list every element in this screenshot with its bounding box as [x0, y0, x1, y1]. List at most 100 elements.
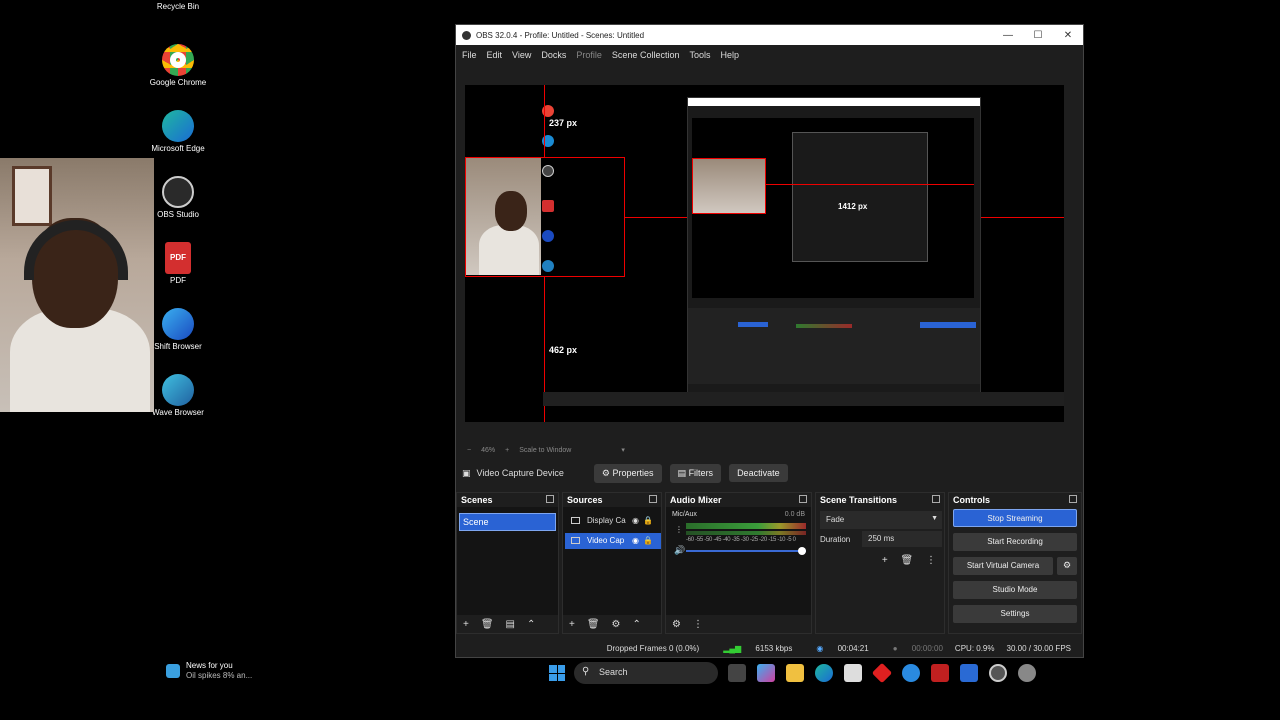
filters-button[interactable]: ▤ Filters — [669, 463, 722, 483]
anydesk-icon[interactable] — [871, 662, 893, 684]
stream-time-value: 00:04:21 — [837, 643, 869, 653]
add-source-icon[interactable]: + — [569, 619, 575, 630]
desktop-icon-obs[interactable]: OBS Studio — [148, 176, 208, 220]
news-title: News for you — [186, 661, 233, 670]
signal-icon: ▂▄▆ — [723, 643, 742, 653]
file-explorer-icon[interactable] — [786, 664, 804, 682]
close-icon[interactable]: ✕ — [1053, 30, 1083, 41]
speaker-icon[interactable]: 🔊 — [674, 545, 685, 556]
virtual-camera-settings-icon[interactable]: ⚙ — [1057, 557, 1077, 575]
remove-transition-icon[interactable]: 🗑 — [901, 555, 914, 566]
more-options-icon[interactable]: ⋮ — [693, 619, 703, 630]
scene-filter-icon[interactable]: ▤ — [506, 619, 515, 630]
settings-icon[interactable] — [1018, 664, 1036, 682]
undock-icon[interactable] — [649, 495, 657, 503]
desktop-icon-wave-browser[interactable]: Wave Browser — [148, 374, 208, 418]
cpu-usage: CPU: 0.9% — [954, 643, 995, 653]
transition-select[interactable]: Fade ▼ — [820, 511, 942, 529]
edge-icon[interactable] — [815, 664, 833, 682]
chevron-down-icon[interactable]: ▾ — [621, 446, 625, 454]
taskbar-search[interactable]: ⚲ Search — [574, 662, 718, 684]
nested-obs-window — [792, 132, 928, 262]
source-item-display-capture[interactable]: Display Ca ◉ 🔒 — [565, 513, 661, 529]
obs-window[interactable]: OBS 32.0.4 - Profile: Untitled - Scenes:… — [455, 24, 1084, 658]
zoom-out-icon[interactable]: − — [467, 447, 471, 454]
remove-source-icon[interactable]: 🗑 — [587, 619, 600, 630]
undock-icon[interactable] — [799, 495, 807, 503]
duration-input[interactable]: 250 ms — [862, 531, 942, 547]
desktop-icon-recycle-bin[interactable]: Recycle Bin — [148, 2, 208, 12]
desktop: Recycle Bin Google Chrome Microsoft Edge… — [0, 0, 1280, 720]
scene-item[interactable]: Scene — [459, 513, 556, 531]
maximize-icon[interactable]: ☐ — [1023, 30, 1053, 41]
obs-taskbar-icon[interactable] — [989, 664, 1007, 682]
eye-icon[interactable]: ◉ — [632, 536, 639, 545]
menu-file[interactable]: File — [462, 50, 477, 60]
menu-view[interactable]: View — [512, 50, 531, 60]
windows-start-icon[interactable] — [549, 665, 565, 681]
lock-icon[interactable]: 🔒 — [643, 516, 653, 525]
undock-icon[interactable] — [1069, 495, 1077, 503]
stop-streaming-button[interactable]: Stop Streaming — [953, 509, 1077, 527]
preview-canvas[interactable]: 237 px 462 px 1412 px — [465, 85, 1064, 422]
eye-icon[interactable]: ◉ — [632, 516, 639, 525]
mixer-dock-header: Audio Mixer — [666, 493, 811, 507]
undock-icon[interactable] — [546, 495, 554, 503]
mixer-settings-icon[interactable]: ⚙ — [672, 619, 681, 630]
store-icon[interactable] — [844, 664, 862, 682]
record-time-value: 00:00:00 — [911, 643, 943, 653]
menu-tools[interactable]: Tools — [689, 50, 710, 60]
filter-icon: ▤ — [677, 467, 687, 478]
remove-scene-icon[interactable]: 🗑 — [481, 619, 494, 630]
source-properties-icon[interactable]: ⚙ — [612, 619, 621, 630]
start-virtual-camera-button[interactable]: Start Virtual Camera — [953, 557, 1053, 575]
preview-taskbar — [543, 392, 1064, 406]
nested-meter — [796, 324, 852, 328]
desktop-icon-chrome[interactable]: Google Chrome — [148, 44, 208, 88]
more-options-icon[interactable]: ⋮ — [675, 525, 683, 534]
lock-icon[interactable]: 🔒 — [643, 536, 653, 545]
menu-profile[interactable]: Profile — [576, 50, 602, 60]
desktop-icon-edge[interactable]: Microsoft Edge — [148, 110, 208, 154]
add-transition-icon[interactable]: + — [882, 555, 888, 566]
add-scene-icon[interactable]: + — [463, 619, 469, 630]
volume-slider-handle[interactable] — [798, 547, 806, 555]
task-view-icon[interactable] — [728, 664, 746, 682]
fps: 30.00 / 30.00 FPS — [1006, 643, 1072, 653]
move-up-icon[interactable]: ⌃ — [527, 619, 535, 630]
volume-meter-peak — [686, 531, 806, 535]
menu-docks[interactable]: Docks — [541, 50, 566, 60]
volume-slider[interactable] — [686, 547, 806, 555]
mcafee-icon[interactable] — [931, 664, 949, 682]
menu-scene-collection[interactable]: Scene Collection — [612, 50, 680, 60]
zoom-in-icon[interactable]: + — [505, 447, 509, 454]
copilot-icon[interactable] — [757, 664, 775, 682]
camera-icon — [571, 537, 580, 544]
studio-mode-button[interactable]: Studio Mode — [953, 581, 1077, 599]
minimize-icon[interactable]: — — [993, 30, 1023, 41]
desktop-icon-pdf[interactable]: PDF PDF — [148, 242, 208, 286]
obs-titlebar[interactable]: OBS 32.0.4 - Profile: Untitled - Scenes:… — [456, 25, 1083, 45]
headphones — [24, 220, 128, 280]
properties-button[interactable]: ⚙ Properties — [593, 463, 662, 483]
menu-help[interactable]: Help — [720, 50, 739, 60]
sources-dock-header: Sources — [563, 493, 661, 507]
undock-icon[interactable] — [932, 495, 940, 503]
search-icon: ⚲ — [582, 666, 590, 677]
help-icon[interactable] — [902, 664, 920, 682]
desktop-icon-shift-browser[interactable]: Shift Browser — [148, 308, 208, 352]
scale-mode-select[interactable]: Scale to Window — [519, 447, 571, 454]
more-options-icon[interactable]: ⋮ — [926, 555, 936, 566]
move-up-icon[interactable]: ⌃ — [633, 619, 641, 630]
news-widget[interactable]: News for you Oil spikes 8% an... — [166, 661, 252, 681]
settings-button[interactable]: Settings — [953, 605, 1077, 623]
source-item-video-capture[interactable]: Video Cap ◉ 🔒 — [565, 533, 661, 549]
deactivate-button[interactable]: Deactivate — [729, 464, 788, 482]
menubar: File Edit View Docks Profile Scene Colle… — [456, 45, 1083, 64]
start-recording-button[interactable]: Start Recording — [953, 533, 1077, 551]
obs-icon — [162, 176, 194, 208]
mail-icon[interactable] — [960, 664, 978, 682]
menu-edit[interactable]: Edit — [487, 50, 503, 60]
controls-dock-title: Controls — [953, 495, 990, 505]
source-selection-box[interactable] — [465, 157, 625, 277]
